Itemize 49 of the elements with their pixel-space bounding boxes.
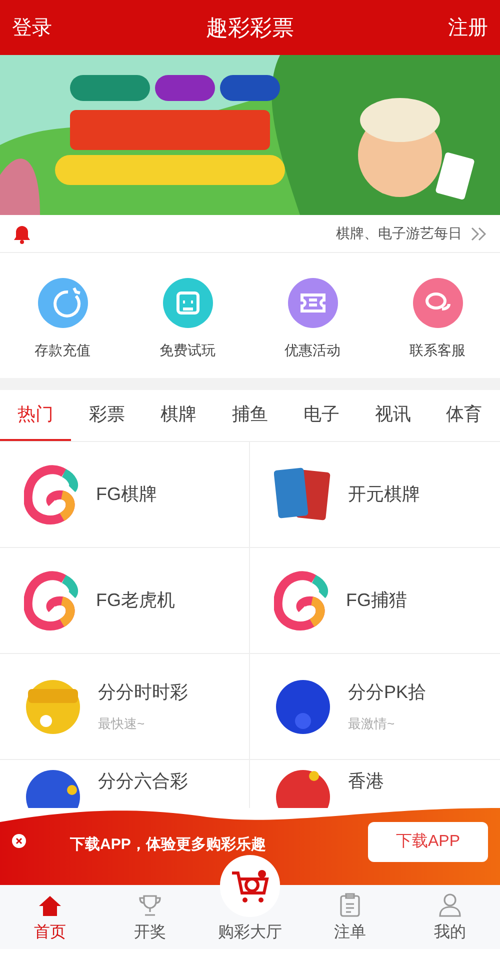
quick-link[interactable]: 优惠活动 [250, 278, 375, 361]
nav-tab[interactable]: 首页 [0, 885, 100, 949]
register-link[interactable]: 注册 [448, 12, 488, 42]
logo-icon [24, 570, 80, 630]
game-subtitle: 最快速~ [98, 715, 146, 734]
download-promo-text: 下载APP，体验更多购彩乐趣 [70, 835, 266, 855]
game-subtitle: 最激情~ [348, 715, 396, 734]
quick-link[interactable]: 存款充值 [0, 278, 125, 361]
category-tab[interactable]: 捕鱼 [214, 390, 286, 441]
app-title: 趣彩彩票 [206, 14, 294, 42]
category-tab[interactable]: 视讯 [357, 390, 429, 441]
nav-tab[interactable]: 购彩大厅 [200, 855, 300, 949]
bell-icon [12, 224, 32, 244]
game-name: FG老虎机 [96, 589, 175, 612]
game-name: 分分时时彩 [98, 681, 188, 704]
game-name: 开元棋牌 [348, 483, 420, 506]
nav-tab[interactable]: 我的 [400, 885, 500, 949]
category-tab[interactable]: 电子 [286, 390, 358, 441]
game-tile[interactable]: FG棋牌 [0, 442, 250, 548]
game-tile[interactable]: 分分时时彩 最快速~ [0, 654, 250, 760]
game-tile[interactable]: FG老虎机 [0, 548, 250, 654]
quick-link[interactable]: 联系客服 [375, 278, 500, 361]
nav-tab[interactable]: 开奖 [100, 885, 200, 949]
logo-icon [24, 464, 80, 524]
notice-text: 棋牌、电子游艺每日 [336, 224, 462, 243]
category-tab[interactable]: 彩票 [71, 390, 143, 441]
game-tile[interactable]: 香港 [250, 760, 500, 808]
home-icon [38, 895, 62, 917]
category-tab[interactable]: 热门 [0, 390, 72, 441]
download-button[interactable]: 下载APP [368, 822, 488, 862]
double-chevron-icon[interactable] [470, 226, 488, 242]
game-name: FG棋牌 [96, 483, 157, 506]
close-icon[interactable] [12, 834, 26, 848]
clipboard-icon [339, 893, 361, 917]
category-tab[interactable]: 体育 [428, 390, 500, 441]
game-name: 香港 [348, 770, 384, 793]
game-tile[interactable]: FG捕猎 [250, 548, 500, 654]
user-icon [439, 893, 461, 917]
game-name: FG捕猎 [346, 589, 407, 612]
login-link[interactable]: 登录 [12, 12, 52, 42]
logo-icon [274, 570, 330, 630]
trophy-icon [138, 893, 162, 917]
game-tile[interactable]: 分分PK拾 最激情~ [250, 654, 500, 760]
quick-link[interactable]: 免费试玩 [125, 278, 250, 361]
game-name: 分分PK拾 [348, 681, 426, 704]
game-tile[interactable]: 开元棋牌 [250, 442, 500, 548]
game-name: 分分六合彩 [98, 770, 188, 793]
nav-tab[interactable]: 注单 [300, 885, 400, 949]
category-tab[interactable]: 棋牌 [142, 390, 214, 441]
